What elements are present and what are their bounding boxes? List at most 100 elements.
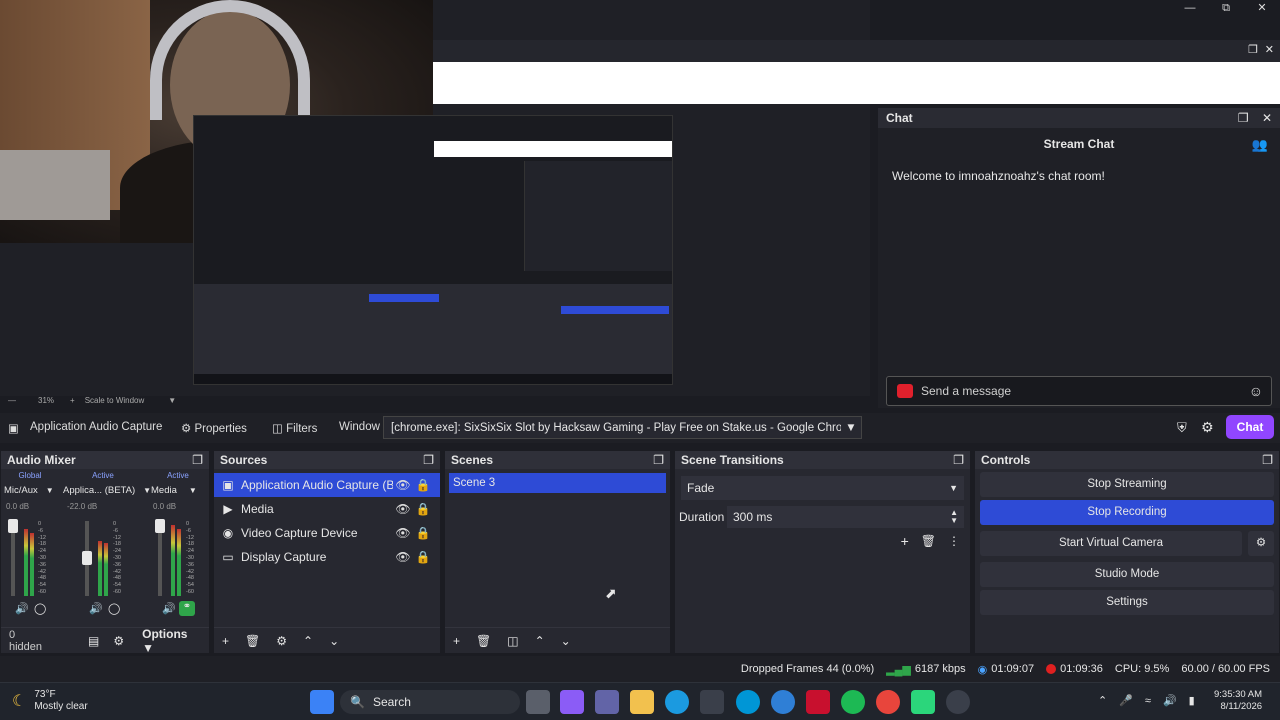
move-down-icon[interactable]: ⌄ xyxy=(561,634,571,648)
properties-button[interactable]: ⚙ Properties xyxy=(181,421,247,435)
filters-button[interactable]: ◫ Filters xyxy=(272,421,317,435)
lock-icon[interactable]: 🔒 xyxy=(413,550,433,564)
channel-header-mic[interactable]: Mic/Aux ▼ xyxy=(4,485,54,496)
float-icon[interactable]: ❐ xyxy=(1238,111,1249,125)
zoom-bar: — 31% + Scale to Window ▼ xyxy=(0,393,200,407)
add-icon[interactable]: + xyxy=(901,533,909,549)
speaker-icon[interactable]: 🔊 xyxy=(162,602,176,615)
settings-button[interactable]: Settings xyxy=(980,590,1274,615)
chrome-icon[interactable] xyxy=(876,690,900,714)
source-item[interactable]: ▶ Media 👁 🔒 xyxy=(214,497,440,521)
trash-icon[interactable]: 🗑 xyxy=(245,634,260,648)
add-icon[interactable]: + xyxy=(222,634,229,648)
edge-icon[interactable] xyxy=(665,690,689,714)
scene-item[interactable]: Scene 3 xyxy=(449,473,666,493)
duration-input[interactable]: 300 ms ▲ ▼ xyxy=(727,506,964,528)
source-item[interactable]: ◉ Video Capture Device 👁 🔒 xyxy=(214,521,440,545)
move-up-icon[interactable]: ⌃ xyxy=(535,634,545,648)
channel-header-media[interactable]: Media ▼ xyxy=(151,485,197,496)
channel-header-app[interactable]: Applica... (BETA) ▼ xyxy=(63,485,151,496)
layout-icon[interactable]: ▤ xyxy=(88,634,99,648)
wifi-icon[interactable]: ≈ xyxy=(1145,695,1151,707)
fader-knob[interactable] xyxy=(155,519,165,533)
chat-button[interactable]: Chat xyxy=(1226,415,1274,439)
gear-icon[interactable]: ⚙ xyxy=(276,634,287,648)
filter-icon[interactable]: ◫ xyxy=(507,634,518,648)
stepper-icon[interactable]: ▲ ▼ xyxy=(950,509,958,525)
trash-icon[interactable]: 🗑 xyxy=(476,634,491,648)
monitor-icon[interactable]: ◯ xyxy=(34,602,46,615)
minimize-icon[interactable]: — xyxy=(1172,0,1208,16)
weather-widget[interactable]: ☾ 73°F Mostly clear xyxy=(12,689,88,713)
move-up-icon[interactable]: ⌃ xyxy=(303,634,313,648)
emoji-icon[interactable]: ☺ xyxy=(1249,383,1263,399)
zoom-out-icon[interactable]: — xyxy=(8,396,16,405)
shield-icon[interactable]: ⛨ xyxy=(1177,420,1187,436)
headphones-icon[interactable]: ⚭ xyxy=(179,601,195,616)
teams-icon[interactable] xyxy=(595,690,619,714)
source-item[interactable]: ▣ Application Audio Capture (BETA) 👁 🔒 xyxy=(214,473,440,497)
start-virtual-camera-button[interactable]: Start Virtual Camera xyxy=(980,531,1242,556)
float-icon[interactable]: ❐ xyxy=(423,453,434,467)
lock-icon[interactable]: 🔒 xyxy=(413,478,433,492)
task-view-icon[interactable] xyxy=(526,690,550,714)
close-icon[interactable]: ✕ xyxy=(1244,0,1280,16)
status-bar: Dropped Frames 44 (0.0%) ▂▄▆ 6187 kbps ◉ 0… xyxy=(0,656,1280,682)
more-icon[interactable]: ⋮ xyxy=(948,534,960,548)
copilot-icon[interactable] xyxy=(560,690,584,714)
gear-icon[interactable]: ⚙ xyxy=(1201,419,1214,436)
trash-icon[interactable]: 🗑 xyxy=(921,534,936,548)
zoom-in-icon[interactable]: + xyxy=(70,396,75,405)
windows-start-icon[interactable] xyxy=(310,690,334,714)
maximize-icon[interactable]: ⧉ xyxy=(1208,0,1244,16)
monitor-icon[interactable]: ◯ xyxy=(108,602,120,615)
duration-label: Duration xyxy=(679,510,725,524)
eye-icon[interactable]: 👁 xyxy=(393,550,413,564)
add-icon[interactable]: + xyxy=(453,634,460,648)
volume-icon[interactable]: 🔊 xyxy=(1163,694,1177,707)
spotify-icon[interactable] xyxy=(841,690,865,714)
eye-icon[interactable]: 👁 xyxy=(393,502,413,516)
mcafee-icon[interactable] xyxy=(806,690,830,714)
taskbar-search[interactable]: 🔍 Search xyxy=(340,690,520,714)
file-explorer-icon[interactable] xyxy=(630,690,654,714)
hp-icon[interactable] xyxy=(736,690,760,714)
float-icon[interactable]: ❐ xyxy=(1262,453,1273,467)
app-icon[interactable] xyxy=(911,690,935,714)
close-icon[interactable]: ✕ xyxy=(1265,43,1274,56)
zoom-mode[interactable]: Scale to Window xyxy=(85,396,145,405)
eye-icon[interactable]: 👁 xyxy=(393,526,413,540)
speaker-icon[interactable]: 🔊 xyxy=(89,602,103,615)
float-icon[interactable]: ❐ xyxy=(1248,43,1258,56)
stop-recording-button[interactable]: Stop Recording xyxy=(980,500,1274,525)
fader-knob[interactable] xyxy=(82,551,92,565)
gear-icon[interactable]: ⚙ xyxy=(113,634,124,648)
float-icon[interactable]: ❐ xyxy=(192,453,203,467)
store-icon[interactable] xyxy=(700,690,724,714)
stop-streaming-button[interactable]: Stop Streaming xyxy=(980,472,1274,497)
obs-icon[interactable] xyxy=(946,690,970,714)
chat-message-input[interactable]: Send a message ☺ xyxy=(886,376,1272,406)
help-icon[interactable] xyxy=(771,690,795,714)
options-button[interactable]: Options ▼ xyxy=(142,627,201,655)
float-icon[interactable]: ❐ xyxy=(953,453,964,467)
source-item[interactable]: ▭ Display Capture 👁 🔒 xyxy=(214,545,440,569)
battery-icon[interactable]: ▮ xyxy=(1189,694,1195,707)
lock-icon[interactable]: 🔒 xyxy=(413,502,433,516)
move-down-icon[interactable]: ⌄ xyxy=(329,634,339,648)
transition-select[interactable]: Fade ▼ xyxy=(681,476,964,500)
clock[interactable]: 9:35:30 AM 8/11/2026 xyxy=(1214,689,1262,713)
mic-icon[interactable]: 🎤 xyxy=(1119,694,1133,707)
studio-mode-button[interactable]: Studio Mode xyxy=(980,562,1274,587)
gear-icon[interactable]: ⚙ xyxy=(1248,531,1274,556)
lock-icon[interactable]: 🔒 xyxy=(413,526,433,540)
window-select[interactable]: [chrome.exe]: SixSixSix Slot by Hacksaw … xyxy=(383,416,862,439)
speaker-icon[interactable]: 🔊 xyxy=(15,602,29,615)
float-icon[interactable]: ❐ xyxy=(653,453,664,467)
eye-icon[interactable]: 👁 xyxy=(393,478,413,492)
chevron-down-icon[interactable]: ▼ xyxy=(168,396,176,405)
fader-knob[interactable] xyxy=(8,519,18,533)
chevron-up-icon[interactable]: ⌃ xyxy=(1098,694,1107,707)
users-icon[interactable]: 👥 xyxy=(1252,137,1268,153)
close-icon[interactable]: ✕ xyxy=(1262,111,1272,125)
